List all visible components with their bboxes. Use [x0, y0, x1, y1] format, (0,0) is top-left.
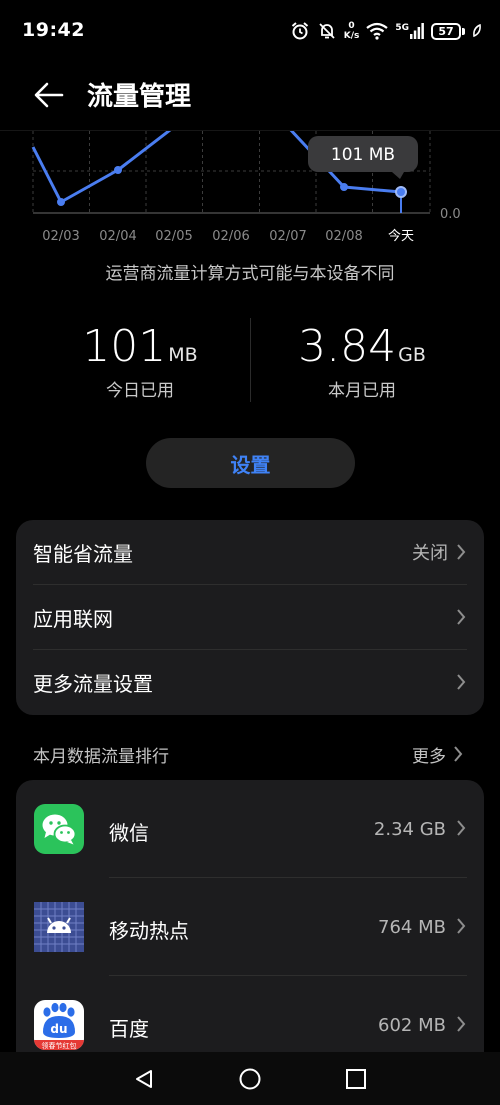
chevron-right-icon [457, 674, 466, 690]
chart-points [57, 166, 407, 213]
wechat-icon [34, 804, 84, 854]
chart-point [57, 198, 65, 206]
network-type: 5G [395, 23, 409, 33]
cell-signal: 5G [395, 23, 424, 39]
battery-level: 57 [431, 22, 461, 40]
mute-bell-icon [319, 23, 335, 39]
nav-home-icon[interactable] [238, 1067, 262, 1091]
chart-point [114, 166, 122, 174]
net-speed-value: 0 [348, 21, 355, 31]
page-title: 流量管理 [87, 82, 192, 112]
stat-month-value-line: 3.84 GB [247, 320, 477, 374]
net-speed: 0 K/s [344, 21, 360, 41]
menu-item-smart-save[interactable]: 智能省流量 关闭 [16, 520, 484, 584]
stat-today-label: 今日已用 [106, 381, 174, 401]
chart-x-tick-label: 今天 [388, 228, 414, 244]
menu-item-value: 关闭 [412, 543, 448, 564]
settings-button[interactable]: 设置 [146, 438, 355, 488]
status-icons: 0 K/s 5G 57 [290, 18, 482, 44]
chart-y-zero-label: 0.0 [440, 207, 461, 222]
stat-month-unit: GB [398, 344, 426, 366]
android-icon [34, 902, 84, 952]
chevron-right-icon [457, 544, 466, 560]
chart-x-tick-label: 02/07 [269, 229, 306, 244]
chevron-right-icon [457, 918, 466, 934]
app-usage: 2.34 GB [373, 819, 446, 840]
app-usage: 602 MB [378, 1015, 446, 1036]
baidu-icon: du 领春节红包 [34, 1000, 84, 1050]
menu-item-label: 应用联网 [33, 606, 113, 631]
app-name: 微信 [109, 821, 149, 845]
app-ranking-card: 微信 2.34 GB 移动热点 764 MB du 领春节红包 百度 602 M… [16, 780, 484, 1070]
battery-tip [462, 27, 465, 35]
chevron-right-icon [457, 820, 466, 836]
chart-point-today [395, 186, 407, 198]
stat-month-label: 本月已用 [328, 381, 396, 401]
stat-today-unit: MB [168, 344, 198, 366]
menu-item-app-network[interactable]: 应用联网 [16, 585, 484, 649]
ranking-section-title: 本月数据流量排行 [33, 747, 169, 767]
app-name: 百度 [109, 1017, 149, 1041]
stat-today-value-line: 101 MB [25, 320, 255, 374]
usage-line-chart[interactable]: 02/03 02/04 02/05 02/06 02/07 02/08 今天 0.0 101… [0, 131, 500, 251]
net-speed-unit: K/s [343, 31, 360, 41]
status-time: 19:42 [22, 19, 85, 41]
chevron-right-icon [457, 609, 466, 625]
settings-menu-card: 智能省流量 关闭 应用联网 更多流量设置 [16, 520, 484, 715]
chart-caption: 运营商流量计算方式可能与本设备不同 [105, 264, 395, 284]
svg-text:du: du [50, 1022, 67, 1036]
charging-leaf-icon [473, 24, 481, 38]
menu-item-more-settings[interactable]: 更多流量设置 [16, 650, 484, 714]
chart-x-labels: 02/03 02/04 02/05 02/06 02/07 02/08 今天 [42, 228, 414, 244]
ranking-more-link[interactable]: 更多 [412, 742, 446, 767]
chart-x-tick-label: 02/03 [42, 229, 79, 244]
nav-recents-icon[interactable] [345, 1068, 367, 1090]
stat-month: 3.84 GB 本月已用 [247, 320, 477, 401]
app-row-wechat[interactable]: 微信 2.34 GB [16, 780, 484, 877]
battery-indicator: 57 [431, 22, 465, 40]
wifi-icon [366, 22, 389, 40]
baidu-badge-text: 领春节红包 [42, 1041, 77, 1050]
chart-x-tick-label: 02/06 [212, 229, 249, 244]
chart-point [340, 183, 348, 191]
stat-today-value: 101 [82, 321, 167, 372]
app-row-hotspot[interactable]: 移动热点 764 MB [16, 878, 484, 975]
signal-icon [410, 23, 424, 39]
chart-x-tick-label: 02/04 [99, 229, 136, 244]
alarm-icon [291, 22, 308, 40]
app-name: 移动热点 [109, 919, 189, 943]
status-bar: 19:42 0 K/s 5G 57 [0, 0, 500, 62]
menu-item-label: 智能省流量 [33, 541, 133, 566]
menu-item-label: 更多流量设置 [33, 671, 153, 696]
app-header: 流量管理 [0, 62, 500, 130]
chart-x-tick-label: 02/08 [325, 229, 362, 244]
stat-month-value: 3.84 [298, 321, 397, 372]
app-usage: 764 MB [378, 917, 446, 938]
stat-today: 101 MB 今日已用 [25, 320, 255, 401]
chevron-right-icon [457, 1016, 466, 1032]
nav-back-icon[interactable] [133, 1068, 155, 1090]
system-navigation-bar [0, 1052, 500, 1105]
chevron-right-icon[interactable] [453, 745, 463, 763]
chart-x-tick-label: 02/05 [155, 229, 192, 244]
chart-tooltip: 101 MB [308, 136, 418, 179]
chart-tooltip-text: 101 MB [331, 145, 395, 165]
back-arrow-icon[interactable] [32, 78, 66, 112]
